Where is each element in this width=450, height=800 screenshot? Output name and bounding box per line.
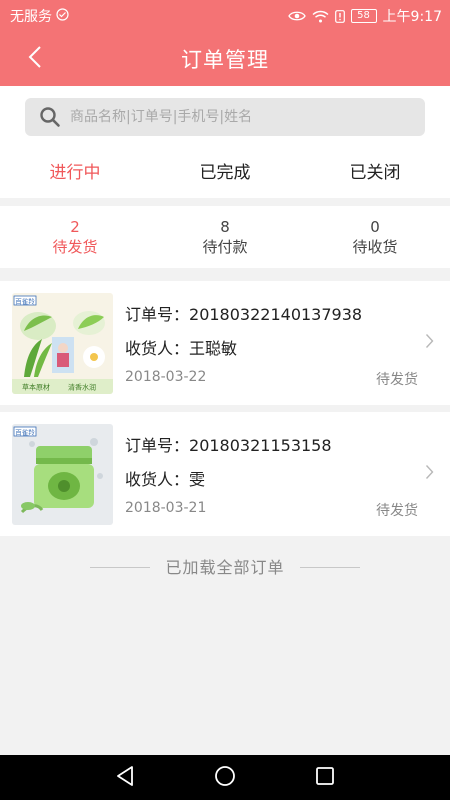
receiver-label: 收货人： bbox=[125, 339, 190, 358]
sub-tab-label: 待付款 bbox=[202, 238, 248, 256]
system-recents-button[interactable] bbox=[312, 765, 338, 791]
order-status: 待发货 bbox=[376, 503, 418, 519]
order-number-value: 20180322140137938 bbox=[189, 305, 363, 324]
search-input[interactable] bbox=[70, 98, 410, 136]
chevron-right-icon bbox=[425, 464, 434, 484]
order-status: 待发货 bbox=[376, 372, 418, 388]
order-card[interactable]: 百雀羚 订单号：20180321153158 收货人：雯 2018-03-21 … bbox=[0, 412, 450, 536]
product-brand-text: 百雀羚 bbox=[15, 297, 35, 306]
circle-home-icon bbox=[214, 765, 236, 791]
order-number-label: 订单号： bbox=[125, 436, 190, 455]
product-brand-text: 百雀羚 bbox=[15, 428, 35, 437]
clock: 上午9:17 bbox=[382, 9, 442, 25]
search-section bbox=[0, 86, 450, 146]
sub-tab-to-receive[interactable]: 0 待收货 bbox=[300, 206, 450, 268]
alert-icon bbox=[334, 9, 345, 23]
order-date: 2018-03-22 bbox=[125, 369, 207, 385]
eye-icon bbox=[287, 10, 306, 22]
sub-tab-label: 待发货 bbox=[52, 238, 98, 256]
tab-completed[interactable]: 已完成 bbox=[150, 146, 300, 198]
order-status-tabs: 进行中 已完成 已关闭 bbox=[0, 146, 450, 198]
order-date: 2018-03-21 bbox=[125, 500, 207, 516]
status-left: 无服务 bbox=[10, 6, 69, 26]
product-image: 百雀羚 草本原材 清香水润 bbox=[12, 293, 113, 394]
order-number-label: 订单号： bbox=[125, 305, 190, 324]
status-bar: 无服务 58 上午9:17 bbox=[0, 0, 450, 30]
sub-tab-label: 待收货 bbox=[352, 238, 398, 256]
divider bbox=[300, 567, 360, 568]
order-number: 订单号：20180322140137938 bbox=[125, 301, 362, 325]
receiver-name: 王聪敏 bbox=[189, 339, 238, 358]
load-complete-note: 已加载全部订单 bbox=[0, 556, 450, 580]
sub-tab-to-ship[interactable]: 2 待发货 bbox=[0, 206, 150, 268]
product-image: 百雀羚 bbox=[12, 424, 113, 525]
product-caption-left: 草本原材 bbox=[22, 383, 50, 392]
system-nav-bar bbox=[0, 755, 450, 800]
receiver: 收货人：王聪敏 bbox=[125, 335, 237, 359]
order-number-value: 20180321153158 bbox=[189, 436, 332, 455]
order-sub-tabs: 2 待发货 8 待付款 0 待收货 bbox=[0, 206, 450, 268]
status-right: 58 上午9:17 bbox=[287, 6, 442, 26]
system-home-button[interactable] bbox=[212, 765, 238, 791]
order-number: 订单号：20180321153158 bbox=[125, 432, 332, 456]
search-icon bbox=[39, 106, 61, 132]
square-recents-icon bbox=[315, 766, 335, 790]
no-sim-icon bbox=[56, 7, 69, 25]
divider bbox=[90, 567, 150, 568]
order-card[interactable]: 百雀羚 草本原材 清香水润 订单号：20180322140137938 收货人：… bbox=[0, 281, 450, 405]
header: 订单管理 bbox=[0, 30, 450, 86]
battery-level: 58 bbox=[357, 10, 370, 21]
sub-tab-count: 8 bbox=[220, 218, 230, 236]
sub-tab-count: 0 bbox=[370, 218, 380, 236]
chevron-right-icon bbox=[425, 333, 434, 353]
receiver-label: 收货人： bbox=[125, 470, 190, 489]
sub-tab-to-pay[interactable]: 8 待付款 bbox=[150, 206, 300, 268]
search-box[interactable] bbox=[25, 98, 425, 136]
receiver-name: 雯 bbox=[189, 470, 206, 489]
triangle-back-icon bbox=[115, 765, 135, 791]
system-back-button[interactable] bbox=[112, 765, 138, 791]
page-title: 订单管理 bbox=[181, 48, 269, 72]
receiver: 收货人：雯 bbox=[125, 466, 205, 490]
product-caption-right: 清香水润 bbox=[68, 383, 96, 392]
wifi-icon bbox=[312, 10, 329, 23]
battery-icon: 58 bbox=[350, 9, 377, 23]
tab-in-progress[interactable]: 进行中 bbox=[0, 146, 150, 198]
load-complete-text: 已加载全部订单 bbox=[165, 558, 285, 577]
sub-tab-count: 2 bbox=[70, 218, 80, 236]
tab-closed[interactable]: 已关闭 bbox=[300, 146, 450, 198]
carrier-text: 无服务 bbox=[10, 9, 52, 25]
